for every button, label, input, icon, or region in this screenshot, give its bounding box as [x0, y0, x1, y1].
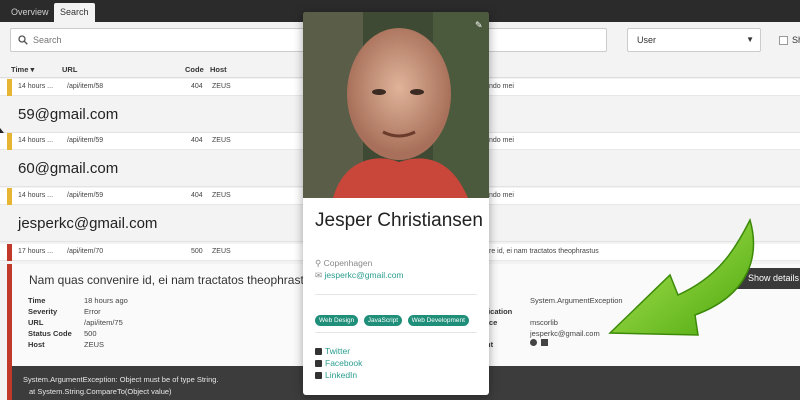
row-host: ZEUS: [212, 248, 231, 255]
profile-name: Jesper Christiansen: [315, 210, 483, 231]
row-code: 404: [191, 137, 203, 144]
facebook-link[interactable]: Facebook: [315, 358, 362, 368]
detail-value: 500: [84, 329, 97, 338]
row-host: ZEUS: [212, 192, 231, 199]
envelope-icon: ✉: [315, 270, 323, 280]
detail-field: Status Code: [28, 329, 72, 338]
user-select-value: User: [637, 35, 657, 45]
row-code: 404: [191, 192, 203, 199]
browser-os-icons: [530, 339, 549, 348]
severity-bar: [7, 188, 12, 205]
detail-field: Severity: [28, 307, 58, 316]
row-host: ZEUS: [212, 137, 231, 144]
detail-value: mscorlib: [530, 318, 558, 327]
row-time: 14 hours ...: [18, 192, 54, 199]
detail-value: Error: [84, 307, 101, 316]
stack-line: at System.String.CompareTo(Object value): [29, 387, 172, 396]
detail-title: Nam quas convenire id, ei nam tractatos …: [29, 273, 317, 287]
windows-icon: [541, 339, 549, 346]
profile-photo: ✎: [303, 12, 489, 198]
show-checkbox-label: Sh: [792, 35, 800, 45]
user-select[interactable]: User ▼: [627, 28, 761, 52]
detail-field: Time: [28, 296, 46, 305]
detail-field: lication: [486, 307, 513, 316]
facebook-icon: [315, 360, 322, 367]
search-icon: [18, 35, 28, 45]
sort-down-icon: ▾: [30, 65, 35, 74]
severity-bar: [7, 133, 12, 150]
skill-tags: Web Design JavaScript Web Development: [315, 309, 470, 327]
row-url: /api/item/58: [67, 83, 104, 90]
green-arrow-icon: [608, 217, 755, 336]
tag[interactable]: JavaScript: [363, 315, 403, 326]
severity-bar: [7, 244, 12, 261]
row-time: 17 hours ...: [18, 248, 54, 255]
divider: [315, 332, 477, 333]
stack-line: System.ArgumentException: Object must be…: [23, 375, 219, 384]
row-code: 404: [191, 83, 203, 90]
detail-value: ZEUS: [84, 340, 105, 349]
tab-search[interactable]: Search: [54, 3, 95, 22]
user-profile-card: ✎ Jesper Christiansen ⚲ Copenhagen ✉ jes…: [303, 12, 489, 395]
row-message: ndo mei: [489, 192, 514, 199]
row-message: ndo mei: [489, 83, 514, 90]
column-time[interactable]: Time ▾: [11, 65, 34, 74]
show-checkbox[interactable]: [779, 36, 788, 45]
row-message: re id, ei nam tractatos theophrastus: [489, 248, 599, 255]
row-url: /api/item/59: [67, 137, 104, 144]
row-host: ZEUS: [212, 83, 231, 90]
detail-value: 18 hours ago: [84, 296, 128, 305]
column-host[interactable]: Host: [210, 65, 227, 74]
detail-field: URL: [28, 318, 44, 327]
row-time: 14 hours ...: [18, 83, 54, 90]
tag[interactable]: Web Design: [315, 315, 359, 326]
severity-bar: [7, 79, 12, 96]
chrome-icon: [530, 339, 537, 346]
row-time: 14 hours ...: [18, 137, 54, 144]
profile-location: ⚲ Copenhagen: [315, 258, 373, 268]
user-email: jesperkc@gmail.com: [18, 215, 158, 232]
row-message: ndo mei: [489, 137, 514, 144]
twitter-link[interactable]: Twitter: [315, 346, 350, 356]
linkedin-icon: [315, 372, 322, 379]
row-code: 500: [191, 248, 203, 255]
tab-overview[interactable]: Overview: [5, 3, 55, 22]
user-email: 60@gmail.com: [18, 160, 119, 177]
detail-field: Host: [28, 340, 45, 349]
user-email: 59@gmail.com: [18, 106, 119, 123]
detail-value: jesperkc@gmail.com: [530, 329, 600, 338]
row-url: /api/item/59: [67, 192, 104, 199]
divider: [315, 294, 477, 295]
linkedin-link[interactable]: LinkedIn: [315, 370, 357, 380]
column-code[interactable]: Code: [185, 65, 204, 74]
detail-value: /api/item/75: [84, 318, 123, 327]
column-url[interactable]: URL: [62, 65, 77, 74]
profile-email-link[interactable]: ✉ jesperkc@gmail.com: [315, 270, 404, 281]
twitter-icon: [315, 348, 322, 355]
map-pin-icon: ⚲: [315, 258, 322, 268]
chevron-down-icon: ▼: [746, 35, 754, 44]
row-url: /api/item/70: [67, 248, 104, 255]
tag[interactable]: Web Development: [407, 315, 469, 326]
svg-text:✎: ✎: [475, 21, 483, 31]
